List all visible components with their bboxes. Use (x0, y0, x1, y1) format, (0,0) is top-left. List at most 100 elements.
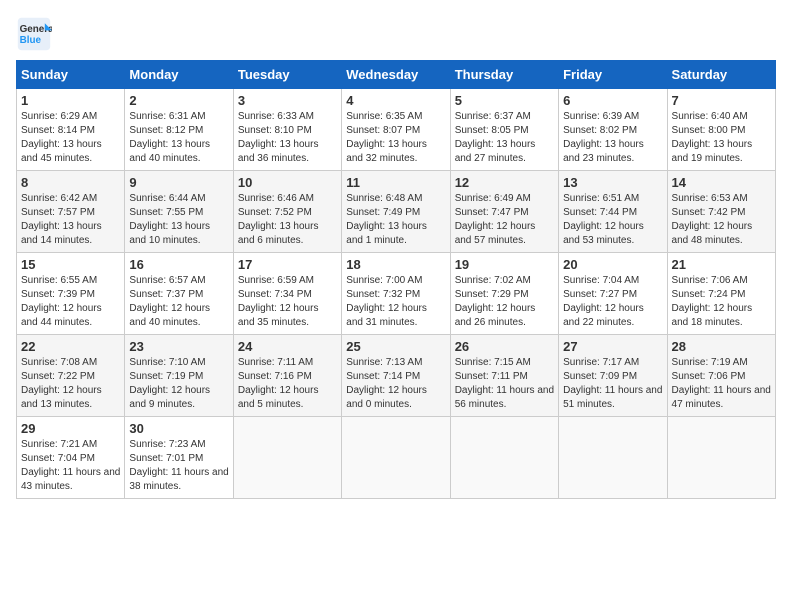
day-info: Sunrise: 7:11 AMSunset: 7:16 PMDaylight:… (238, 356, 337, 412)
calendar-cell (233, 417, 341, 499)
day-number: 4 (346, 93, 445, 108)
day-number: 12 (455, 175, 554, 190)
logo-icon: General Blue (16, 16, 52, 52)
calendar-cell: 1 Sunrise: 6:29 AMSunset: 8:14 PMDaylight… (17, 89, 125, 171)
svg-text:Blue: Blue (20, 35, 42, 46)
day-number: 7 (672, 93, 771, 108)
day-info: Sunrise: 6:37 AMSunset: 8:05 PMDaylight:… (455, 110, 554, 166)
day-info: Sunrise: 7:10 AMSunset: 7:19 PMDaylight:… (129, 356, 228, 412)
header-sunday: Sunday (17, 61, 125, 89)
header-wednesday: Wednesday (342, 61, 450, 89)
calendar-cell: 2 Sunrise: 6:31 AMSunset: 8:12 PMDaylight… (125, 89, 233, 171)
day-number: 17 (238, 257, 337, 272)
calendar-cell: 19 Sunrise: 7:02 AMSunset: 7:29 PMDayligh… (450, 253, 558, 335)
day-info: Sunrise: 7:08 AMSunset: 7:22 PMDaylight:… (21, 356, 120, 412)
day-number: 5 (455, 93, 554, 108)
day-number: 27 (563, 339, 662, 354)
day-number: 1 (21, 93, 120, 108)
calendar-table: SundayMondayTuesdayWednesdayThursdayFrid… (16, 60, 776, 499)
day-number: 22 (21, 339, 120, 354)
day-info: Sunrise: 7:19 AMSunset: 7:06 PMDaylight:… (672, 356, 771, 412)
calendar-cell: 24 Sunrise: 7:11 AMSunset: 7:16 PMDayligh… (233, 335, 341, 417)
day-info: Sunrise: 7:00 AMSunset: 7:32 PMDaylight:… (346, 274, 445, 330)
day-info: Sunrise: 6:42 AMSunset: 7:57 PMDaylight:… (21, 192, 120, 248)
calendar-week-3: 15Sunrise: 6:55 AMSunset: 7:39 PMDayligh… (17, 253, 776, 335)
calendar-cell: 4 Sunrise: 6:35 AMSunset: 8:07 PMDaylight… (342, 89, 450, 171)
calendar-cell: 25 Sunrise: 7:13 AMSunset: 7:14 PMDayligh… (342, 335, 450, 417)
calendar-week-2: 8 Sunrise: 6:42 AMSunset: 7:57 PMDaylight… (17, 171, 776, 253)
calendar-cell: 8 Sunrise: 6:42 AMSunset: 7:57 PMDaylight… (17, 171, 125, 253)
day-number: 25 (346, 339, 445, 354)
day-info: Sunrise: 6:35 AMSunset: 8:07 PMDaylight:… (346, 110, 445, 166)
calendar-cell: 23 Sunrise: 7:10 AMSunset: 7:19 PMDayligh… (125, 335, 233, 417)
calendar-cell: 27 Sunrise: 7:17 AMSunset: 7:09 PMDayligh… (559, 335, 667, 417)
calendar-cell: 5 Sunrise: 6:37 AMSunset: 8:05 PMDaylight… (450, 89, 558, 171)
day-number: 11 (346, 175, 445, 190)
calendar-cell (342, 417, 450, 499)
day-info: Sunrise: 7:23 AMSunset: 7:01 PMDaylight:… (129, 438, 228, 494)
calendar-cell: 20Sunrise: 7:04 AMSunset: 7:27 PMDayligh… (559, 253, 667, 335)
calendar-cell: 30 Sunrise: 7:23 AMSunset: 7:01 PMDayligh… (125, 417, 233, 499)
day-info: Sunrise: 6:29 AMSunset: 8:14 PMDaylight:… (21, 110, 120, 166)
day-number: 14 (672, 175, 771, 190)
day-number: 23 (129, 339, 228, 354)
day-info: Sunrise: 6:48 AMSunset: 7:49 PMDaylight:… (346, 192, 445, 248)
day-info: Sunrise: 6:57 AMSunset: 7:37 PMDaylight:… (129, 274, 228, 330)
header-tuesday: Tuesday (233, 61, 341, 89)
calendar-cell: 9 Sunrise: 6:44 AMSunset: 7:55 PMDaylight… (125, 171, 233, 253)
calendar-cell: 3Sunrise: 6:33 AMSunset: 8:10 PMDaylight… (233, 89, 341, 171)
day-number: 20 (563, 257, 662, 272)
day-number: 19 (455, 257, 554, 272)
calendar-cell (450, 417, 558, 499)
header-thursday: Thursday (450, 61, 558, 89)
day-number: 29 (21, 421, 120, 436)
calendar-cell: 15Sunrise: 6:55 AMSunset: 7:39 PMDayligh… (17, 253, 125, 335)
calendar-cell: 26Sunrise: 7:15 AMSunset: 7:11 PMDayligh… (450, 335, 558, 417)
calendar-week-1: 1 Sunrise: 6:29 AMSunset: 8:14 PMDaylight… (17, 89, 776, 171)
day-info: Sunrise: 7:06 AMSunset: 7:24 PMDaylight:… (672, 274, 771, 330)
day-number: 21 (672, 257, 771, 272)
day-info: Sunrise: 7:17 AMSunset: 7:09 PMDaylight:… (563, 356, 662, 412)
day-number: 24 (238, 339, 337, 354)
page-header: General Blue (16, 16, 776, 52)
day-number: 10 (238, 175, 337, 190)
day-info: Sunrise: 7:02 AMSunset: 7:29 PMDaylight:… (455, 274, 554, 330)
calendar-cell (559, 417, 667, 499)
day-info: Sunrise: 6:46 AMSunset: 7:52 PMDaylight:… (238, 192, 337, 248)
calendar-cell: 11 Sunrise: 6:48 AMSunset: 7:49 PMDayligh… (342, 171, 450, 253)
header-friday: Friday (559, 61, 667, 89)
day-info: Sunrise: 6:49 AMSunset: 7:47 PMDaylight:… (455, 192, 554, 248)
calendar-cell: 7 Sunrise: 6:40 AMSunset: 8:00 PMDaylight… (667, 89, 775, 171)
day-info: Sunrise: 6:40 AMSunset: 8:00 PMDaylight:… (672, 110, 771, 166)
calendar-week-5: 29 Sunrise: 7:21 AMSunset: 7:04 PMDayligh… (17, 417, 776, 499)
calendar-cell: 17 Sunrise: 6:59 AMSunset: 7:34 PMDayligh… (233, 253, 341, 335)
day-info: Sunrise: 6:53 AMSunset: 7:42 PMDaylight:… (672, 192, 771, 248)
calendar-cell: 18 Sunrise: 7:00 AMSunset: 7:32 PMDayligh… (342, 253, 450, 335)
day-number: 8 (21, 175, 120, 190)
day-info: Sunrise: 6:31 AMSunset: 8:12 PMDaylight:… (129, 110, 228, 166)
day-info: Sunrise: 7:21 AMSunset: 7:04 PMDaylight:… (21, 438, 120, 494)
calendar-cell: 14 Sunrise: 6:53 AMSunset: 7:42 PMDayligh… (667, 171, 775, 253)
day-info: Sunrise: 6:39 AMSunset: 8:02 PMDaylight:… (563, 110, 662, 166)
day-number: 2 (129, 93, 228, 108)
day-number: 18 (346, 257, 445, 272)
day-info: Sunrise: 6:59 AMSunset: 7:34 PMDaylight:… (238, 274, 337, 330)
calendar-header-row: SundayMondayTuesdayWednesdayThursdayFrid… (17, 61, 776, 89)
day-number: 28 (672, 339, 771, 354)
day-info: Sunrise: 6:44 AMSunset: 7:55 PMDaylight:… (129, 192, 228, 248)
day-number: 3 (238, 93, 337, 108)
day-number: 9 (129, 175, 228, 190)
day-number: 30 (129, 421, 228, 436)
header-saturday: Saturday (667, 61, 775, 89)
calendar-cell: 12 Sunrise: 6:49 AMSunset: 7:47 PMDayligh… (450, 171, 558, 253)
calendar-cell: 29 Sunrise: 7:21 AMSunset: 7:04 PMDayligh… (17, 417, 125, 499)
day-number: 6 (563, 93, 662, 108)
calendar-cell: 10 Sunrise: 6:46 AMSunset: 7:52 PMDayligh… (233, 171, 341, 253)
calendar-cell: 16Sunrise: 6:57 AMSunset: 7:37 PMDayligh… (125, 253, 233, 335)
day-info: Sunrise: 6:51 AMSunset: 7:44 PMDaylight:… (563, 192, 662, 248)
calendar-cell: 21 Sunrise: 7:06 AMSunset: 7:24 PMDayligh… (667, 253, 775, 335)
logo: General Blue (16, 16, 56, 52)
day-info: Sunrise: 7:13 AMSunset: 7:14 PMDaylight:… (346, 356, 445, 412)
day-number: 13 (563, 175, 662, 190)
day-info: Sunrise: 7:15 AMSunset: 7:11 PMDaylight:… (455, 356, 554, 412)
